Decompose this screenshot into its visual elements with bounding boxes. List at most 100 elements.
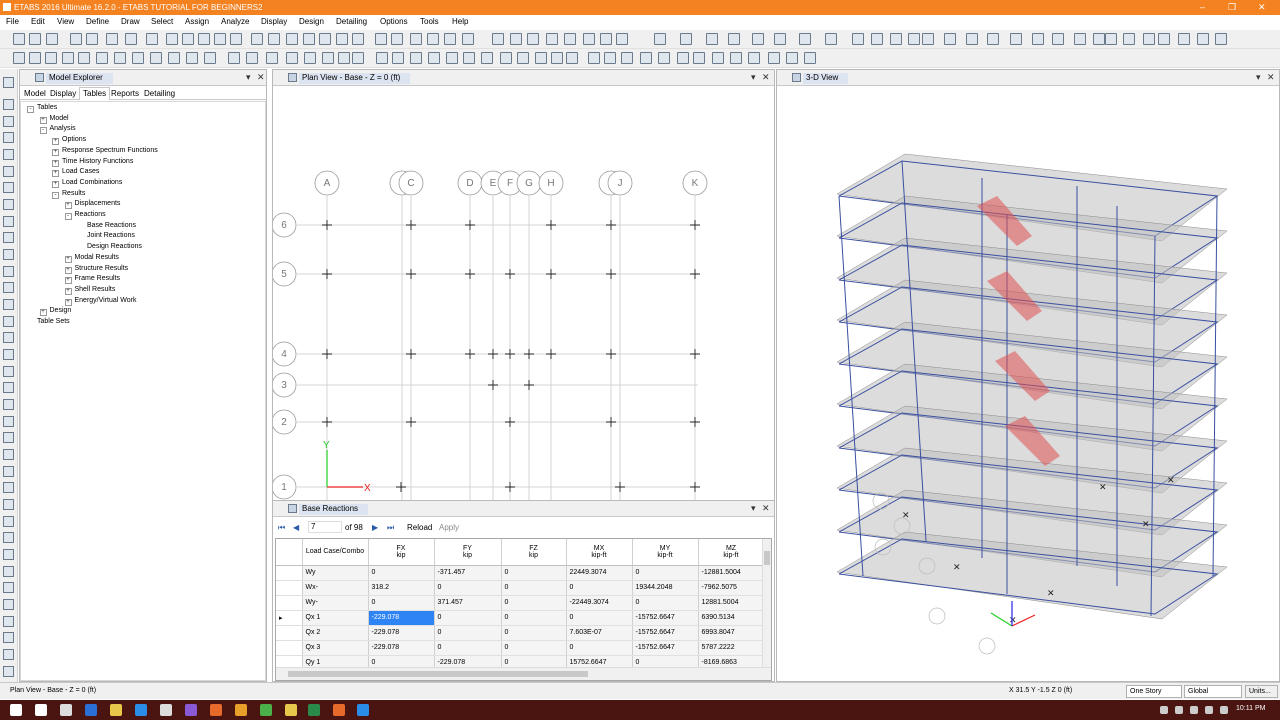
menu-help[interactable]: Help <box>452 17 468 26</box>
toolbar-tool-icon[interactable] <box>428 52 440 64</box>
tree-item[interactable]: Analysis <box>50 125 76 132</box>
tree-item[interactable]: Energy/Virtual Work <box>75 297 137 304</box>
toolbar-tool-icon[interactable] <box>204 52 216 64</box>
toolbar-tool-icon[interactable] <box>1215 33 1227 45</box>
tree-item[interactable]: Model <box>50 115 69 122</box>
column-header[interactable]: MZ kip-ft <box>698 539 765 566</box>
draw-tool-icon[interactable] <box>3 482 14 493</box>
draw-tool-icon[interactable] <box>3 332 14 343</box>
tree-expander-icon[interactable]: + <box>64 202 72 210</box>
tab-display[interactable]: Display <box>50 89 76 98</box>
tree-expander-icon[interactable]: + <box>52 138 59 146</box>
draw-tool-icon[interactable] <box>3 632 14 643</box>
toolbar-tool-icon[interactable] <box>146 33 158 45</box>
tree-item[interactable]: Structure Results <box>75 265 129 272</box>
toolbar-tool-icon[interactable] <box>251 33 263 45</box>
toolbar-tool-icon[interactable] <box>1105 33 1117 45</box>
draw-tool-icon[interactable] <box>3 499 14 510</box>
tree-expander-icon[interactable]: + <box>52 170 59 178</box>
toolbar-tool-icon[interactable] <box>198 33 210 45</box>
toolbar-tool-icon[interactable] <box>621 52 633 64</box>
toolbar-tool-icon[interactable] <box>186 52 198 64</box>
toolbar-tool-icon[interactable] <box>1197 33 1209 45</box>
3d-close-icon[interactable]: ✕ <box>1267 72 1275 83</box>
toolbar-tool-icon[interactable] <box>168 52 180 64</box>
toolbar-tool-icon[interactable] <box>410 33 422 45</box>
load-case-cell[interactable]: Wy <box>302 565 369 581</box>
tree-expander-icon[interactable]: + <box>39 309 47 317</box>
toolbar-tool-icon[interactable] <box>712 52 724 64</box>
tree-item[interactable]: Shell Results <box>75 286 116 293</box>
value-cell[interactable]: 0 <box>632 565 699 581</box>
tree-expander-icon[interactable]: - <box>52 191 59 199</box>
vertical-scrollbar[interactable] <box>762 539 771 667</box>
toolbar-tool-icon[interactable] <box>125 33 137 45</box>
toolbar-tool-icon[interactable] <box>322 52 334 64</box>
toolbar-tool-icon[interactable] <box>62 52 74 64</box>
draw-tool-icon[interactable] <box>3 432 14 443</box>
toolbar-tool-icon[interactable] <box>96 52 108 64</box>
value-cell[interactable]: 0 <box>434 625 502 641</box>
tree-item[interactable]: Load Combinations <box>62 179 122 186</box>
value-cell[interactable]: 0 <box>566 580 633 596</box>
menu-detailing[interactable]: Detailing <box>336 17 367 26</box>
column-header[interactable]: MY kip-ft <box>632 539 699 566</box>
taskbar-app-icon[interactable] <box>260 704 272 716</box>
value-cell[interactable]: 0 <box>501 625 567 641</box>
taskbar-app-icon[interactable] <box>308 704 320 716</box>
tree-expander-icon[interactable]: + <box>52 159 59 167</box>
load-case-cell[interactable]: Qx 1 <box>302 610 369 626</box>
column-header[interactable]: Load Case/Combo <box>302 539 369 566</box>
taskbar-app-icon[interactable] <box>210 704 222 716</box>
toolbar-tool-icon[interactable] <box>303 33 315 45</box>
draw-tool-icon[interactable] <box>3 466 14 477</box>
units-button[interactable]: Units... <box>1245 685 1278 698</box>
toolbar-tool-icon[interactable] <box>658 52 670 64</box>
tree-item[interactable]: Tables <box>37 104 57 111</box>
toolbar-tool-icon[interactable] <box>654 33 666 45</box>
toolbar-tool-icon[interactable] <box>752 33 764 45</box>
toolbar-tool-icon[interactable] <box>338 52 350 64</box>
toolbar-tool-icon[interactable] <box>730 52 742 64</box>
toolbar-tool-icon[interactable] <box>1074 33 1086 45</box>
draw-tool-icon[interactable] <box>3 166 14 177</box>
toolbar-tool-icon[interactable] <box>132 52 144 64</box>
toolbar-tool-icon[interactable] <box>492 33 504 45</box>
value-cell[interactable]: 0 <box>368 565 435 581</box>
table-row[interactable]: Qx 3 -229.078 0 0 0 -15752.6647 5787.2222 <box>276 640 765 656</box>
toolbar-tool-icon[interactable] <box>70 33 82 45</box>
toolbar-tool-icon[interactable] <box>29 52 41 64</box>
value-cell[interactable]: -15752.6647 <box>632 640 699 656</box>
toolbar-tool-icon[interactable] <box>804 52 816 64</box>
value-cell[interactable]: -229.078 <box>368 610 435 626</box>
toolbar-tool-icon[interactable] <box>944 33 956 45</box>
toolbar-tool-icon[interactable] <box>774 33 786 45</box>
toolbar-tool-icon[interactable] <box>336 33 348 45</box>
toolbar-tool-icon[interactable] <box>182 33 194 45</box>
value-cell[interactable]: -371.457 <box>434 565 502 581</box>
toolbar-tool-icon[interactable] <box>890 33 902 45</box>
toolbar-tool-icon[interactable] <box>304 52 316 64</box>
value-cell[interactable]: -12881.5004 <box>698 565 765 581</box>
apply-button[interactable]: Apply <box>439 523 459 532</box>
toolbar-tool-icon[interactable] <box>29 33 41 45</box>
value-cell[interactable]: -229.078 <box>368 625 435 641</box>
tree-expander-icon[interactable]: - <box>64 213 72 220</box>
plan-grid-canvas[interactable]: ABCDEFGHIJK654321XY <box>273 86 774 500</box>
tree-expander-icon[interactable]: + <box>64 298 72 306</box>
tree-item[interactable]: Modal Results <box>75 254 119 261</box>
value-cell[interactable]: -22449.3074 <box>566 595 633 611</box>
column-header[interactable]: FZ kip <box>501 539 567 566</box>
toolbar-tool-icon[interactable] <box>46 33 58 45</box>
draw-tool-icon[interactable] <box>3 299 14 310</box>
load-case-cell[interactable]: Wx- <box>302 580 369 596</box>
tree-item[interactable]: Options <box>62 136 86 143</box>
draw-tool-icon[interactable] <box>3 199 14 210</box>
value-cell[interactable]: -15752.6647 <box>632 610 699 626</box>
tree-expander-icon[interactable]: + <box>52 180 59 188</box>
toolbar-tool-icon[interactable] <box>214 33 226 45</box>
panel-menu-icon[interactable]: ▾ <box>246 72 251 83</box>
toolbar-tool-icon[interactable] <box>799 33 811 45</box>
draw-tool-icon[interactable] <box>3 516 14 527</box>
value-cell[interactable]: 7.603E-07 <box>566 625 633 641</box>
